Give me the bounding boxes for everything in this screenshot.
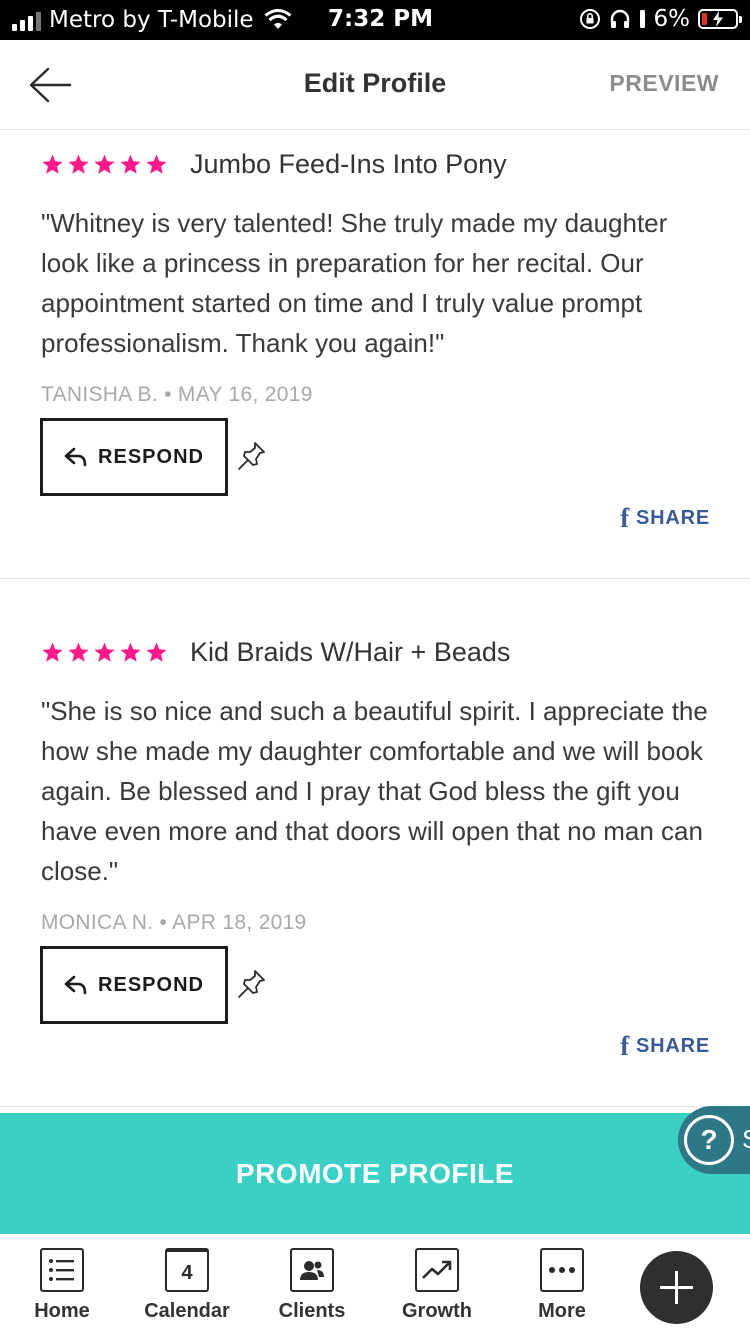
tab-label: Home: [34, 1300, 90, 1322]
review-service: Jumbo Feed-Ins Into Pony: [190, 149, 507, 179]
review-text: "She is so nice and such a beautiful spi…: [41, 696, 708, 886]
star-icon: [68, 154, 89, 174]
review-date: MAY 16, 2019: [177, 383, 313, 406]
tab-growth[interactable]: Growth: [377, 1248, 497, 1323]
star-icon: [146, 154, 167, 174]
status-bar: Metro by T-Mobile 7:32 PM 6%: [0, 0, 750, 40]
calendar-icon: 4: [165, 1248, 209, 1292]
review-header: Kid Braids W/Hair + Beads: [41, 637, 510, 668]
share-label: SHARE: [635, 1035, 710, 1057]
review-text: "Whitney is very talented! She truly mad…: [41, 208, 668, 358]
tab-label: Clients: [278, 1300, 346, 1322]
preview-button[interactable]: PREVIEW: [609, 70, 719, 97]
facebook-icon: f: [620, 1031, 630, 1061]
review-meta: MONICA N. • APR 18, 2019: [41, 911, 307, 935]
plus-icon[interactable]: [640, 1251, 713, 1324]
respond-label: RESPOND: [98, 445, 204, 468]
help-label: S: [742, 1124, 750, 1155]
star-icon: [42, 642, 63, 662]
share-label: SHARE: [635, 507, 710, 529]
tab-calendar[interactable]: 4 Calendar: [127, 1248, 247, 1323]
review-author: MONICA N.: [41, 911, 154, 934]
tab-bar: Home 4 Calendar Clients Growth More: [0, 1234, 750, 1334]
star-icon: [94, 642, 115, 662]
nav-header: Edit Profile PREVIEW: [0, 40, 750, 130]
clients-icon: [290, 1248, 334, 1292]
reply-arrow-icon: [64, 447, 87, 467]
star-icon: [120, 154, 141, 174]
question-icon: ?: [684, 1115, 734, 1165]
review-service: Kid Braids W/Hair + Beads: [190, 637, 511, 667]
respond-label: RESPOND: [98, 973, 204, 996]
battery-percent: 6%: [653, 6, 691, 32]
status-time: 7:32 PM: [328, 6, 433, 32]
promote-profile-button[interactable]: PROMOTE PROFILE: [0, 1113, 750, 1234]
tab-label: Growth: [402, 1300, 472, 1322]
signal-icon: [12, 9, 41, 31]
alarm-bar-icon: [639, 10, 645, 28]
reply-arrow-icon: [64, 975, 87, 995]
review-header: Jumbo Feed-Ins Into Pony: [41, 149, 507, 180]
help-button[interactable]: ? S: [678, 1106, 750, 1174]
headphones-icon: [610, 9, 629, 28]
tab-label: Calendar: [144, 1300, 230, 1322]
calendar-day: 4: [181, 1261, 193, 1284]
star-rating: [41, 153, 168, 176]
facebook-share-link[interactable]: f SHARE: [620, 503, 710, 534]
list-icon: [40, 1248, 84, 1292]
tab-label: More: [538, 1300, 586, 1322]
growth-chart-icon: [415, 1248, 459, 1292]
star-icon: [94, 154, 115, 174]
battery-charging-icon: [698, 9, 742, 29]
meta-separator: •: [159, 911, 168, 934]
star-icon: [42, 154, 63, 174]
review-date: APR 18, 2019: [172, 911, 307, 934]
facebook-icon: f: [620, 503, 630, 533]
wifi-icon: [264, 9, 291, 29]
divider: [0, 1106, 750, 1107]
tab-more[interactable]: More: [502, 1248, 622, 1323]
carrier-name: Metro by T-Mobile: [49, 7, 254, 33]
orientation-lock-icon: [579, 9, 600, 29]
respond-button[interactable]: RESPOND: [40, 418, 228, 496]
respond-button[interactable]: RESPOND: [40, 946, 228, 1024]
divider: [0, 578, 750, 579]
tab-clients[interactable]: Clients: [252, 1248, 372, 1323]
meta-separator: •: [164, 383, 172, 406]
star-icon: [68, 642, 89, 662]
star-rating: [41, 641, 168, 664]
star-icon: [120, 642, 141, 662]
tab-home[interactable]: Home: [2, 1248, 122, 1323]
more-dots-icon: [540, 1248, 584, 1292]
facebook-share-link[interactable]: f SHARE: [620, 1031, 710, 1062]
star-icon: [146, 642, 167, 662]
pin-icon[interactable]: [237, 968, 267, 1000]
review-author: TANISHA B.: [41, 383, 158, 406]
review-meta: TANISHA B. • MAY 16, 2019: [41, 383, 313, 407]
pin-icon[interactable]: [237, 440, 267, 472]
